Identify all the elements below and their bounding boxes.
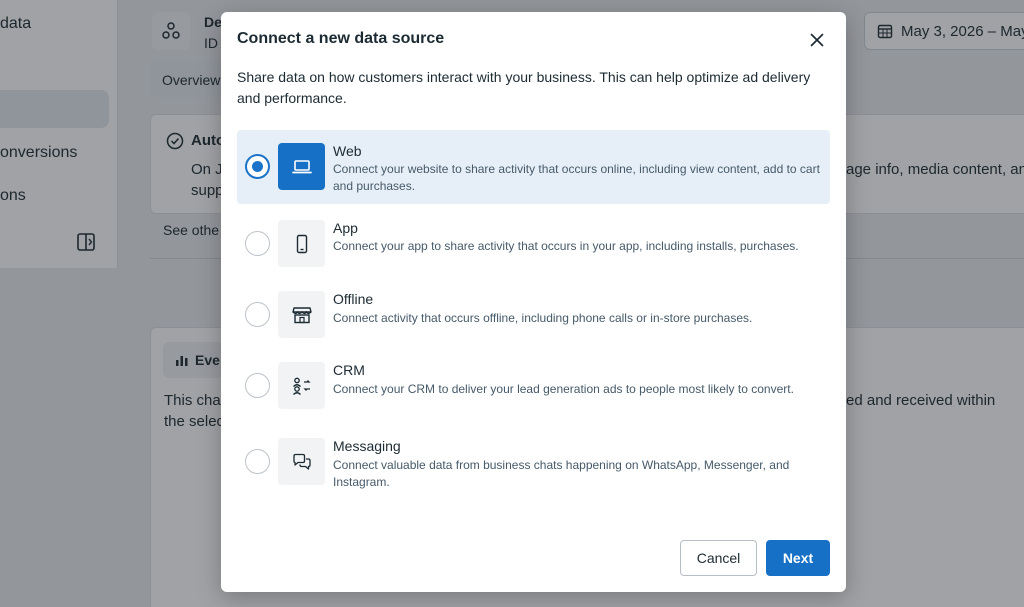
- radio-app[interactable]: [245, 231, 270, 256]
- connect-data-source-dialog: Connect a new data source Share data on …: [221, 12, 846, 592]
- laptop-icon: [278, 143, 325, 190]
- option-title: App: [333, 220, 358, 236]
- option-description: Connect valuable data from business chat…: [333, 458, 790, 489]
- option-description: Connect activity that occurs offline, in…: [333, 311, 753, 325]
- option-title: Web: [333, 143, 362, 159]
- radio-messaging[interactable]: [245, 449, 270, 474]
- radio-web[interactable]: [245, 154, 270, 179]
- radio-offline[interactable]: [245, 302, 270, 327]
- option-title: Offline: [333, 291, 374, 307]
- storefront-icon: [278, 291, 325, 338]
- option-web[interactable]: Web Connect your website to share activi…: [237, 130, 830, 204]
- cancel-button[interactable]: Cancel: [680, 540, 757, 576]
- option-title: CRM: [333, 362, 365, 378]
- dialog-title: Connect a new data source: [237, 30, 445, 47]
- option-description: Connect your CRM to deliver your lead ge…: [333, 382, 794, 396]
- radio-crm[interactable]: [245, 373, 270, 398]
- option-description: Connect your website to share activity t…: [333, 162, 820, 193]
- option-crm[interactable]: CRM Connect your CRM to deliver your lea…: [237, 361, 830, 435]
- close-button[interactable]: [805, 28, 829, 52]
- option-offline[interactable]: Offline Connect activity that occurs off…: [237, 288, 830, 362]
- chat-bubbles-icon: [278, 438, 325, 485]
- dialog-description: Share data on how customers interact wit…: [237, 69, 811, 106]
- next-button[interactable]: Next: [766, 540, 830, 576]
- option-title: Messaging: [333, 438, 401, 454]
- option-description: Connect your app to share activity that …: [333, 239, 799, 253]
- option-messaging[interactable]: Messaging Connect valuable data from bus…: [237, 437, 830, 511]
- close-icon: [810, 33, 824, 47]
- option-app[interactable]: App Connect your app to share activity t…: [237, 207, 830, 281]
- mobile-phone-icon: [278, 220, 325, 267]
- people-sync-icon: [278, 362, 325, 409]
